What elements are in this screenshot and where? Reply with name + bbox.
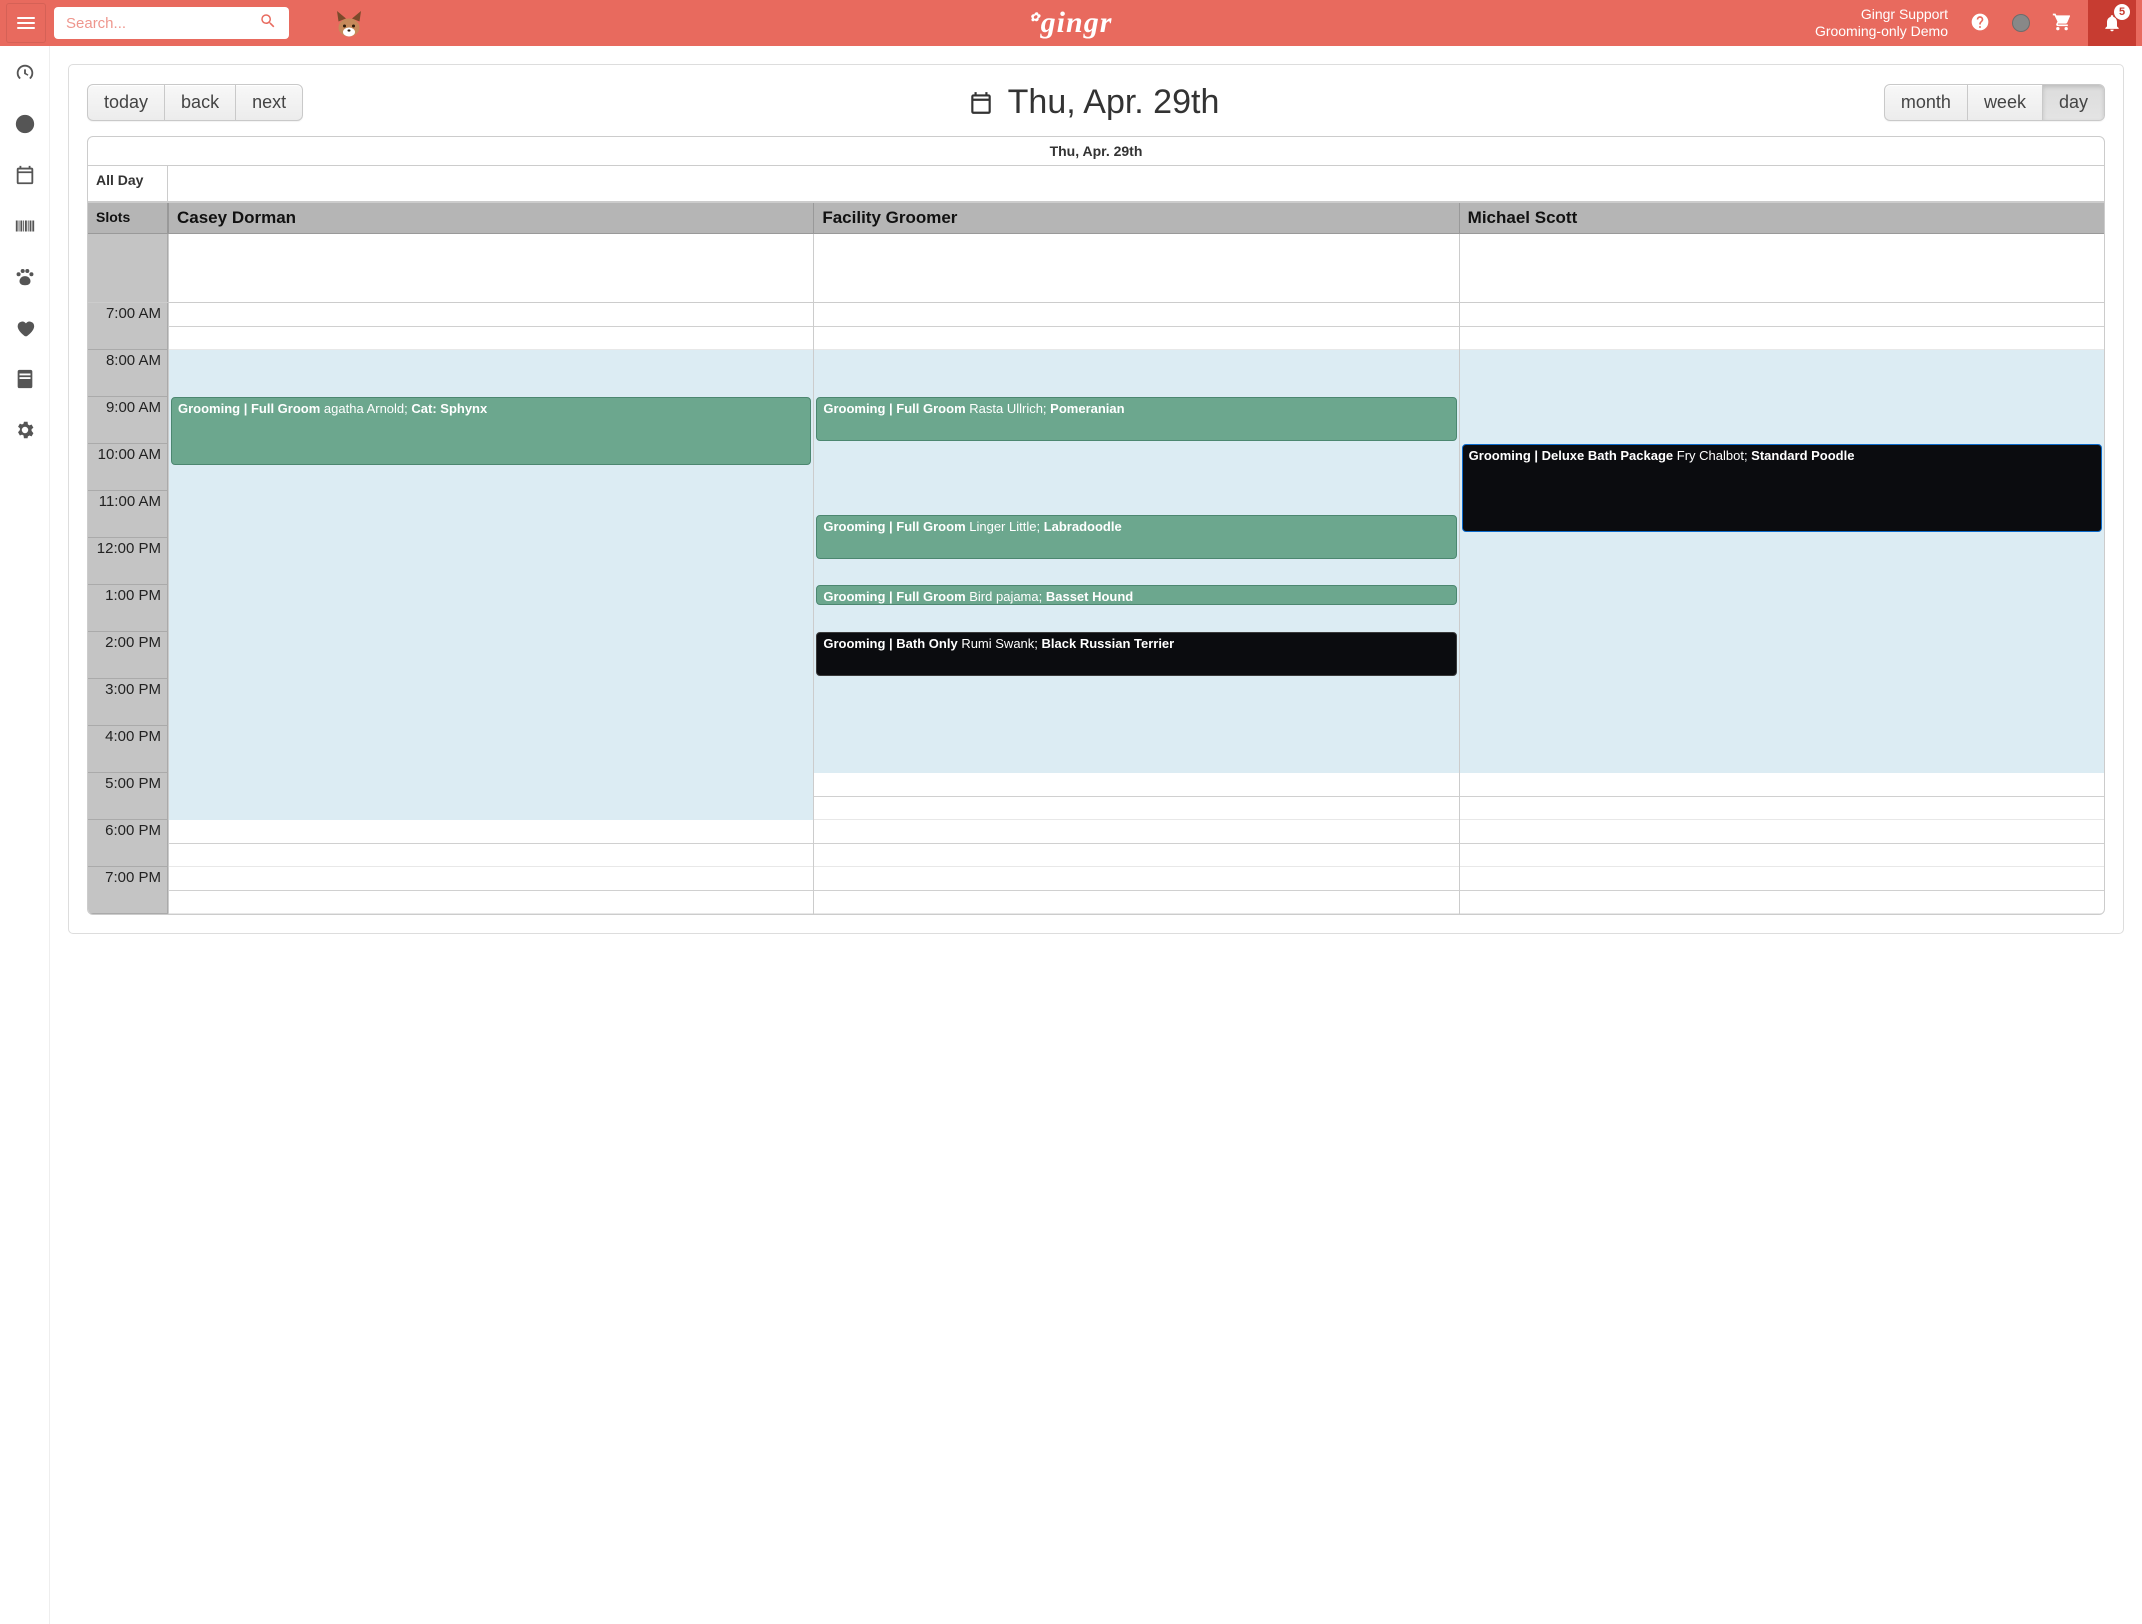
book-icon[interactable] bbox=[14, 368, 36, 393]
sidebar bbox=[0, 46, 50, 1624]
calendar-icon[interactable] bbox=[14, 164, 36, 189]
allday-cells bbox=[168, 166, 2104, 201]
resource-column-facility[interactable]: Grooming | Full Groom Rasta Ullrich; Pom… bbox=[813, 303, 1458, 914]
search-box bbox=[54, 7, 289, 39]
appointment-event[interactable]: Grooming | Deluxe Bath Package Fry Chalb… bbox=[1462, 444, 2102, 532]
slots-label: Slots bbox=[88, 203, 168, 233]
status-dot-icon[interactable] bbox=[2012, 14, 2030, 32]
hour-label: 3:00 PM bbox=[88, 679, 168, 726]
hour-label: 1:00 PM bbox=[88, 585, 168, 632]
view-button-group: month week day bbox=[1884, 84, 2105, 121]
help-icon[interactable] bbox=[1970, 12, 1990, 35]
month-button[interactable]: month bbox=[1885, 85, 1968, 120]
menu-button[interactable] bbox=[6, 3, 46, 43]
hour-label: 7:00 PM bbox=[88, 867, 168, 914]
week-button[interactable]: week bbox=[1968, 85, 2043, 120]
hour-label: 5:00 PM bbox=[88, 773, 168, 820]
page-title: Thu, Apr. 29th bbox=[968, 83, 1220, 122]
cart-icon[interactable] bbox=[2052, 12, 2072, 35]
resource-header: Casey Dorman bbox=[168, 203, 813, 233]
hour-label: 9:00 AM bbox=[88, 397, 168, 444]
next-button[interactable]: next bbox=[236, 85, 302, 120]
hour-label: 10:00 AM bbox=[88, 444, 168, 491]
resource-header: Michael Scott bbox=[1459, 203, 2104, 233]
gear-icon[interactable] bbox=[14, 419, 36, 444]
calendar-card: today back next Thu, Apr. 29th month wee… bbox=[68, 64, 2124, 934]
resource-header: Facility Groomer bbox=[813, 203, 1458, 233]
appointment-event[interactable]: Grooming | Full Groom Bird pajama; Basse… bbox=[816, 585, 1456, 605]
brand-logo: ✿gingr bbox=[1030, 6, 1113, 40]
search-icon[interactable] bbox=[259, 12, 277, 35]
paw-icon[interactable] bbox=[14, 266, 36, 291]
search-input[interactable] bbox=[66, 15, 236, 32]
dashboard-icon[interactable] bbox=[14, 62, 36, 87]
hour-label: 6:00 PM bbox=[88, 820, 168, 867]
hour-label: 2:00 PM bbox=[88, 632, 168, 679]
notification-badge: 5 bbox=[2114, 4, 2130, 20]
hamburger-icon bbox=[17, 17, 35, 29]
appointment-event[interactable]: Grooming | Full Groom Linger Little; Lab… bbox=[816, 515, 1456, 559]
hour-label: 7:00 AM bbox=[88, 303, 168, 350]
clock-icon[interactable] bbox=[14, 113, 36, 138]
appointment-event[interactable]: Grooming | Full Groom agatha Arnold; Cat… bbox=[171, 397, 811, 465]
calendar-title-icon bbox=[968, 90, 994, 116]
notifications-button[interactable]: 5 bbox=[2088, 0, 2136, 46]
resource-column-michael[interactable]: Grooming | Deluxe Bath Package Fry Chalb… bbox=[1459, 303, 2104, 914]
date-header: Thu, Apr. 29th bbox=[88, 137, 2104, 166]
hour-label: 8:00 AM bbox=[88, 350, 168, 397]
allday-label: All Day bbox=[88, 166, 168, 201]
appointment-event[interactable]: Grooming | Full Groom Rasta Ullrich; Pom… bbox=[816, 397, 1456, 441]
resource-column-casey[interactable]: Grooming | Full Groom agatha Arnold; Cat… bbox=[168, 303, 813, 914]
hour-label: 12:00 PM bbox=[88, 538, 168, 585]
mascot-icon bbox=[334, 8, 364, 38]
hours-column: 7:00 AM8:00 AM9:00 AM10:00 AM11:00 AM12:… bbox=[88, 303, 168, 914]
today-button[interactable]: today bbox=[88, 85, 165, 120]
back-button[interactable]: back bbox=[165, 85, 236, 120]
account-label[interactable]: Gingr Support Grooming-only Demo bbox=[1815, 6, 1948, 40]
hour-label: 4:00 PM bbox=[88, 726, 168, 773]
heart-icon[interactable] bbox=[14, 317, 36, 342]
top-bar: ✿gingr Gingr Support Grooming-only Demo … bbox=[0, 0, 2142, 46]
nav-button-group: today back next bbox=[87, 84, 303, 121]
barcode-icon[interactable] bbox=[14, 215, 36, 240]
appointment-event[interactable]: Grooming | Bath Only Rumi Swank; Black R… bbox=[816, 632, 1456, 676]
day-button[interactable]: day bbox=[2043, 85, 2104, 120]
hour-label: 11:00 AM bbox=[88, 491, 168, 538]
